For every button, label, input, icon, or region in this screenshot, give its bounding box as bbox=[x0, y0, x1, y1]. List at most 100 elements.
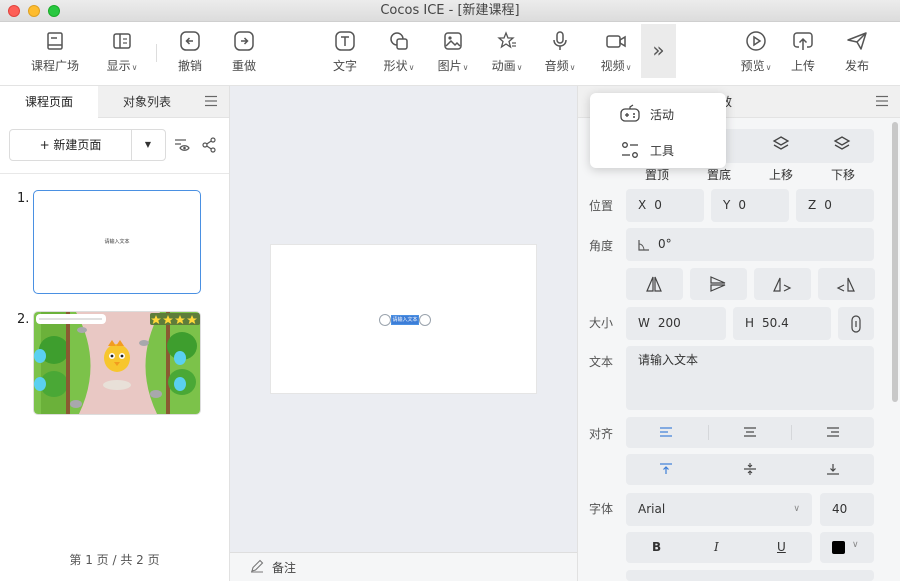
move-down-label[interactable]: 下移 bbox=[823, 166, 863, 183]
flip-horizontal-button[interactable] bbox=[626, 268, 683, 300]
bold-button[interactable]: B bbox=[652, 532, 661, 563]
title-bar: Cocos ICE - [新建课程] bbox=[0, 0, 900, 22]
toolbar-divider bbox=[156, 44, 157, 62]
canvas-stage[interactable]: 请输入文本 bbox=[270, 244, 537, 394]
send-backward-icon[interactable] bbox=[832, 135, 852, 155]
next-property-row bbox=[626, 570, 874, 581]
display-button[interactable]: 显示∨ bbox=[94, 30, 150, 78]
size-label: 大小 bbox=[589, 316, 614, 330]
page-thumbnail-1[interactable]: 请输入文本 bbox=[33, 190, 201, 294]
minimize-window-button[interactable] bbox=[28, 5, 40, 17]
text-tool-button[interactable]: 文字 bbox=[317, 30, 373, 78]
maximize-window-button[interactable] bbox=[48, 5, 60, 17]
page-number: 2. bbox=[17, 312, 30, 327]
image-tool-button[interactable]: 图片∨ bbox=[425, 30, 481, 78]
redo-button[interactable]: 重做 bbox=[216, 30, 272, 78]
text-element-content: 请输入文本 bbox=[392, 316, 418, 324]
chevron-down-icon: ∨ bbox=[131, 63, 138, 72]
undo-button[interactable]: 撤销 bbox=[162, 30, 218, 78]
animation-icon bbox=[497, 31, 516, 49]
font-color-picker[interactable]: ∨ bbox=[820, 532, 874, 563]
flip-vertical-button[interactable] bbox=[690, 268, 747, 300]
canvas-area: 请输入文本 备注 bbox=[230, 86, 577, 581]
link-icon bbox=[851, 315, 861, 333]
pencil-icon bbox=[251, 559, 264, 573]
audio-tool-button[interactable]: 音频∨ bbox=[532, 30, 588, 78]
chevron-down-icon: ∨ bbox=[516, 63, 523, 72]
chevron-down-icon: ∨ bbox=[408, 63, 415, 72]
more-tools-button[interactable]: » bbox=[641, 24, 676, 78]
publish-label: 发布 bbox=[844, 59, 869, 73]
tab-course-pages[interactable]: 课程页面 bbox=[0, 86, 98, 118]
publish-button[interactable]: 发布 bbox=[829, 30, 885, 78]
font-family-select[interactable]: Arial ∨ bbox=[626, 493, 812, 526]
share-icon[interactable] bbox=[200, 136, 218, 154]
rotate-right-button[interactable] bbox=[818, 268, 875, 300]
video-tool-button[interactable]: 视频∨ bbox=[588, 30, 644, 78]
align-middle-icon[interactable] bbox=[744, 463, 756, 475]
lock-ratio-button[interactable] bbox=[838, 307, 874, 340]
height-field[interactable]: H 50.4 bbox=[733, 307, 831, 340]
close-window-button[interactable] bbox=[8, 5, 20, 17]
italic-button[interactable]: I bbox=[714, 532, 719, 563]
course-plaza-button[interactable]: 课程广场 bbox=[27, 30, 83, 78]
video-icon bbox=[606, 35, 626, 48]
position-y-field[interactable]: Y0 bbox=[711, 189, 789, 222]
game-scene-illustration bbox=[34, 312, 200, 414]
microphone-icon bbox=[553, 31, 567, 50]
align-label: 对齐 bbox=[589, 427, 614, 441]
angle-label: 角度 bbox=[589, 239, 614, 253]
gamepad-icon bbox=[620, 104, 640, 122]
chevron-down-icon: ∨ bbox=[765, 63, 772, 72]
chevron-down-icon: ∨ bbox=[462, 63, 469, 72]
underline-button[interactable]: U bbox=[777, 532, 786, 563]
send-to-bottom-label[interactable]: 置底 bbox=[699, 166, 739, 183]
chevron-down-icon: ∨ bbox=[793, 504, 800, 514]
tab-object-list[interactable]: 对象列表 bbox=[98, 86, 196, 118]
bring-to-top-label[interactable]: 置顶 bbox=[637, 166, 677, 183]
visibility-toggle-icon[interactable] bbox=[174, 136, 192, 154]
menu-icon[interactable] bbox=[205, 95, 217, 107]
width-field[interactable]: W 200 bbox=[626, 307, 726, 340]
rotate-left-button[interactable] bbox=[754, 268, 811, 300]
page-counter: 第 1 页 / 共 2 页 bbox=[69, 553, 160, 567]
position-label: 位置 bbox=[589, 199, 614, 213]
flip-horizontal-icon bbox=[646, 276, 662, 292]
font-size-field[interactable]: 40 bbox=[820, 493, 874, 526]
upload-button[interactable]: 上传 bbox=[775, 30, 831, 78]
align-top-icon[interactable] bbox=[660, 463, 672, 475]
resize-handle-left[interactable] bbox=[379, 314, 391, 326]
resize-handle-right[interactable] bbox=[419, 314, 431, 326]
angle-field[interactable]: 0° bbox=[626, 228, 874, 261]
text-content-field[interactable]: 请输入文本 bbox=[626, 346, 874, 410]
notes-bar[interactable]: 备注 bbox=[230, 552, 577, 581]
selected-text-element[interactable]: 请输入文本 bbox=[379, 314, 431, 326]
align-right-icon[interactable] bbox=[827, 427, 839, 438]
align-bottom-icon[interactable] bbox=[827, 463, 839, 475]
page-number: 1. bbox=[17, 191, 30, 206]
align-center-icon[interactable] bbox=[744, 427, 756, 438]
redo-icon bbox=[234, 31, 254, 51]
animation-tool-button[interactable]: 动画∨ bbox=[479, 30, 535, 78]
thumbnail-preview-text: 请输入文本 bbox=[104, 239, 130, 245]
properties-scrollbar[interactable] bbox=[892, 122, 898, 402]
move-up-label[interactable]: 上移 bbox=[761, 166, 801, 183]
upload-label: 上传 bbox=[790, 59, 815, 73]
shape-tool-button[interactable]: 形状∨ bbox=[371, 30, 427, 78]
text-icon bbox=[335, 31, 355, 51]
new-page-button[interactable]: + 新建页面 bbox=[10, 130, 132, 160]
align-left-icon[interactable] bbox=[660, 427, 672, 438]
bring-forward-icon[interactable] bbox=[771, 135, 791, 155]
tools-menu-item[interactable]: 工具 bbox=[590, 131, 726, 165]
window-title: Cocos ICE - [新建课程] bbox=[380, 3, 520, 18]
font-style-group: B I U bbox=[626, 532, 812, 563]
position-z-field[interactable]: Z0 bbox=[796, 189, 874, 222]
menu-icon[interactable] bbox=[876, 95, 888, 107]
page-thumbnail-2[interactable] bbox=[33, 311, 201, 415]
position-x-field[interactable]: X0 bbox=[626, 189, 704, 222]
new-page-dropdown[interactable]: ▼ bbox=[131, 130, 165, 160]
font-label: 字体 bbox=[589, 502, 614, 516]
new-page-control: + 新建页面 ▼ bbox=[9, 129, 166, 161]
align-divider bbox=[791, 425, 792, 440]
activity-menu-item[interactable]: 活动 bbox=[590, 95, 726, 129]
